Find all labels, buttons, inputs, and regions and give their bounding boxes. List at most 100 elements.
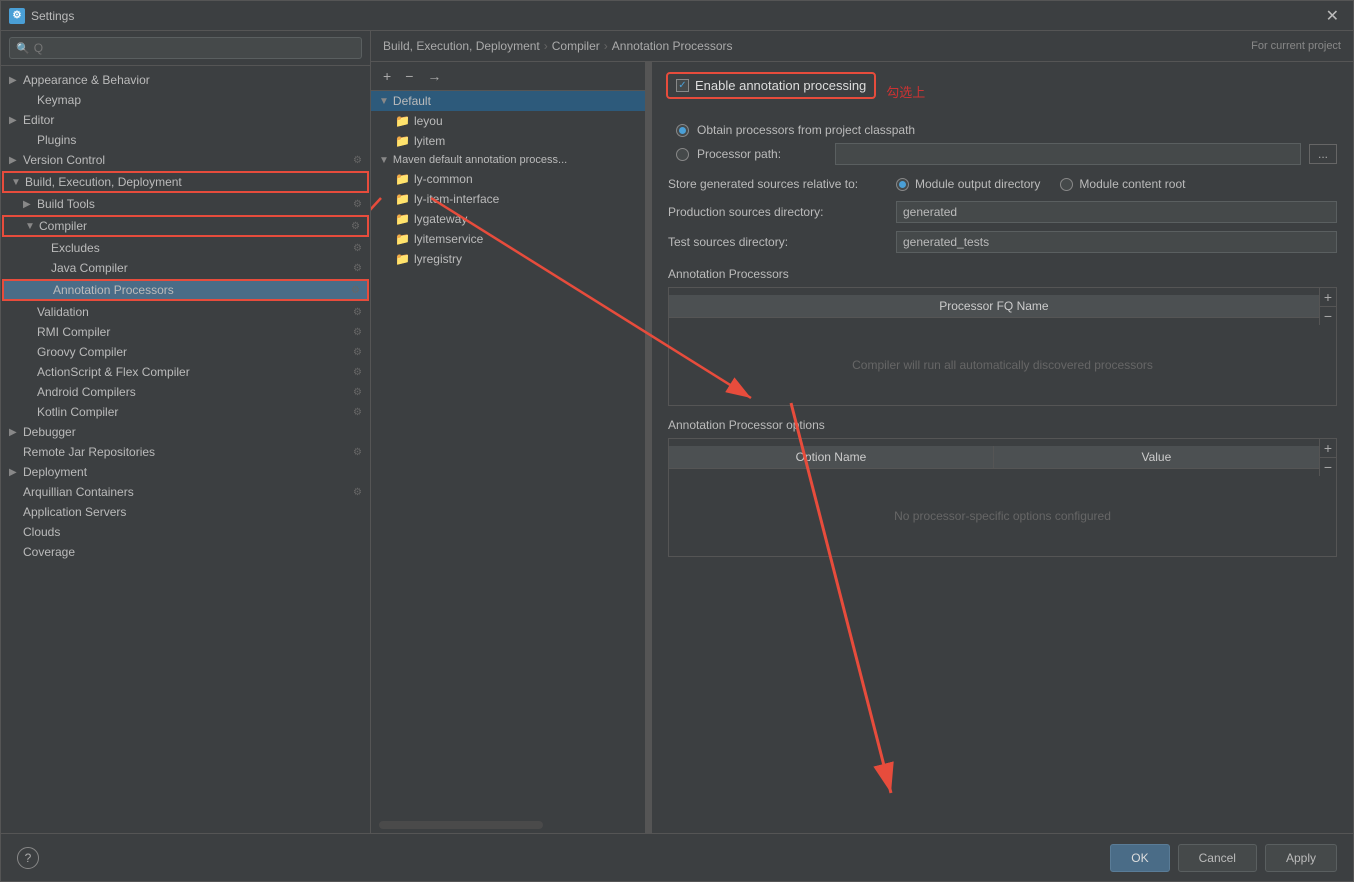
sidebar-item-label: ActionScript & Flex Compiler bbox=[37, 365, 349, 379]
sidebar-item-build-tools[interactable]: ▶ Build Tools ⚙ bbox=[1, 194, 370, 214]
file-tree-panel: + − → ▼ Default 📁 leyou 📁 bbox=[371, 62, 646, 833]
annotation-processors-section-header: Annotation Processors bbox=[668, 267, 1337, 281]
sidebar-item-label: Remote Jar Repositories bbox=[23, 445, 349, 459]
sidebar-item-editor[interactable]: ▶ Editor bbox=[1, 110, 370, 130]
sidebar-item-remote-jar[interactable]: Remote Jar Repositories ⚙ bbox=[1, 442, 370, 462]
arrow-icon: ▶ bbox=[9, 75, 23, 86]
value-header: Value bbox=[994, 446, 1319, 469]
right-panel: Build, Execution, Deployment › Compiler … bbox=[371, 31, 1353, 833]
browse-button[interactable]: ... bbox=[1309, 144, 1337, 164]
cancel-button[interactable]: Cancel bbox=[1178, 844, 1257, 872]
sidebar-item-app-servers[interactable]: Application Servers bbox=[1, 502, 370, 522]
radio-icon bbox=[896, 178, 909, 191]
sidebar-item-label: Version Control bbox=[23, 153, 349, 167]
sidebar-item-java-compiler[interactable]: Java Compiler ⚙ bbox=[1, 258, 370, 278]
gear-icon: ⚙ bbox=[353, 327, 362, 338]
sidebar-item-annotation-processors[interactable]: Annotation Processors ⚙ bbox=[3, 280, 368, 300]
search-input[interactable] bbox=[34, 41, 355, 55]
file-entry-lyregistry[interactable]: 📁 lyregistry bbox=[371, 249, 645, 269]
ok-button[interactable]: OK bbox=[1110, 844, 1169, 872]
folder-icon: 📁 bbox=[395, 252, 410, 266]
sidebar-item-appearance[interactable]: ▶ Appearance & Behavior bbox=[1, 70, 370, 90]
remove-option-button[interactable]: − bbox=[1320, 458, 1336, 476]
radio-obtain-from-classpath[interactable]: Obtain processors from project classpath bbox=[676, 123, 1337, 137]
test-sources-input[interactable] bbox=[896, 231, 1337, 253]
gear-icon: ⚙ bbox=[353, 487, 362, 498]
enable-annotation-checkbox[interactable]: ✓ bbox=[676, 79, 689, 92]
sidebar-item-compiler[interactable]: ▼ Compiler ⚙ bbox=[3, 216, 368, 236]
remove-processor-button[interactable]: − bbox=[1320, 307, 1336, 325]
file-entry-ly-item-interface[interactable]: 📁 ly-item-interface bbox=[371, 189, 645, 209]
sidebar-item-deployment[interactable]: ▶ Deployment bbox=[1, 462, 370, 482]
sidebar-item-keymap[interactable]: Keymap bbox=[1, 90, 370, 110]
app-icon: ⚙ bbox=[9, 8, 25, 24]
sidebar-item-groovy-compiler[interactable]: Groovy Compiler ⚙ bbox=[1, 342, 370, 362]
sidebar-item-label: Application Servers bbox=[23, 505, 362, 519]
folder-icon: 📁 bbox=[395, 172, 410, 186]
breadcrumb: Build, Execution, Deployment › Compiler … bbox=[371, 31, 1353, 62]
production-sources-input[interactable] bbox=[896, 201, 1337, 223]
arrow-icon: ▼ bbox=[25, 221, 39, 232]
annotation-processors-table: Processor FQ Name + − Compiler will run … bbox=[668, 287, 1337, 406]
add-option-button[interactable]: + bbox=[1320, 439, 1336, 458]
sidebar-item-build-execution[interactable]: ▼ Build, Execution, Deployment bbox=[3, 172, 368, 192]
radio-icon bbox=[1060, 178, 1073, 191]
file-entry-leyou[interactable]: 📁 leyou bbox=[371, 111, 645, 131]
file-entry-lyitemservice[interactable]: 📁 lyitemservice bbox=[371, 229, 645, 249]
sidebar-item-label: Deployment bbox=[23, 465, 362, 479]
sidebar-item-version-control[interactable]: ▶ Version Control ⚙ bbox=[1, 150, 370, 170]
sidebar-item-arquillian[interactable]: Arquillian Containers ⚙ bbox=[1, 482, 370, 502]
file-entry-label: leyou bbox=[414, 114, 443, 128]
search-wrapper: 🔍 bbox=[9, 37, 362, 59]
folder-icon: 📁 bbox=[395, 192, 410, 206]
enable-annotation-label: Enable annotation processing bbox=[695, 78, 866, 93]
radio-icon bbox=[676, 124, 689, 137]
sidebar-item-label: Validation bbox=[37, 305, 349, 319]
remove-config-button[interactable]: − bbox=[401, 66, 417, 86]
arrow-icon: ▶ bbox=[9, 427, 23, 438]
file-entry-label: lygateway bbox=[414, 212, 467, 226]
apply-button[interactable]: Apply bbox=[1265, 844, 1337, 872]
processor-path-input[interactable] bbox=[835, 143, 1301, 165]
arrow-icon: ▼ bbox=[11, 177, 25, 188]
sidebar-item-android-compilers[interactable]: Android Compilers ⚙ bbox=[1, 382, 370, 402]
module-output-label: Module output directory bbox=[915, 177, 1040, 191]
sidebar-item-plugins[interactable]: Plugins bbox=[1, 130, 370, 150]
test-sources-row: Test sources directory: bbox=[668, 231, 1337, 253]
add-processor-button[interactable]: + bbox=[1320, 288, 1336, 307]
processor-fq-name-header: Processor FQ Name bbox=[669, 295, 1319, 318]
settings-area: ✓ Enable annotation processing 勾选上 Obtai… bbox=[652, 62, 1353, 833]
folder-icon: 📁 bbox=[395, 134, 410, 148]
sidebar-item-label: Editor bbox=[23, 113, 362, 127]
file-entry-maven-default[interactable]: ▼ Maven default annotation process... bbox=[371, 151, 645, 169]
sidebar-item-coverage[interactable]: Coverage bbox=[1, 542, 370, 562]
add-config-button[interactable]: + bbox=[379, 66, 395, 86]
file-entry-lygateway[interactable]: 📁 lygateway bbox=[371, 209, 645, 229]
sidebar-item-actionscript[interactable]: ActionScript & Flex Compiler ⚙ bbox=[1, 362, 370, 382]
radio-group-processor-source: Obtain processors from project classpath… bbox=[676, 123, 1337, 165]
radio-module-output[interactable]: Module output directory bbox=[896, 177, 1040, 191]
sidebar-item-kotlin-compiler[interactable]: Kotlin Compiler ⚙ bbox=[1, 402, 370, 422]
production-sources-label: Production sources directory: bbox=[668, 205, 888, 219]
sidebar-item-rmi-compiler[interactable]: RMI Compiler ⚙ bbox=[1, 322, 370, 342]
help-button[interactable]: ? bbox=[17, 847, 39, 869]
radio-processor-path[interactable]: Processor path: ... bbox=[676, 143, 1337, 165]
file-entry-default[interactable]: ▼ Default bbox=[371, 91, 645, 111]
sidebar-item-excludes[interactable]: Excludes ⚙ bbox=[1, 238, 370, 258]
enable-annotation-box: ✓ Enable annotation processing bbox=[668, 74, 874, 97]
file-entry-lyitem[interactable]: 📁 lyitem bbox=[371, 131, 645, 151]
close-button[interactable]: ✕ bbox=[1320, 4, 1345, 28]
gear-icon: ⚙ bbox=[353, 155, 362, 166]
radio-module-content[interactable]: Module content root bbox=[1060, 177, 1185, 191]
sidebar-item-validation[interactable]: Validation ⚙ bbox=[1, 302, 370, 322]
sidebar-item-label: Coverage bbox=[23, 545, 362, 559]
sidebar-item-label: Annotation Processors bbox=[53, 283, 347, 297]
file-entry-ly-common[interactable]: 📁 ly-common bbox=[371, 169, 645, 189]
options-empty-message: No processor-specific options configured bbox=[669, 476, 1336, 556]
bottom-bar: ? OK Cancel Apply bbox=[1, 833, 1353, 881]
sidebar-item-debugger[interactable]: ▶ Debugger bbox=[1, 422, 370, 442]
sidebar-item-clouds[interactable]: Clouds bbox=[1, 522, 370, 542]
navigate-button[interactable]: → bbox=[423, 66, 445, 86]
gear-icon: ⚙ bbox=[351, 285, 360, 296]
gear-icon: ⚙ bbox=[353, 367, 362, 378]
